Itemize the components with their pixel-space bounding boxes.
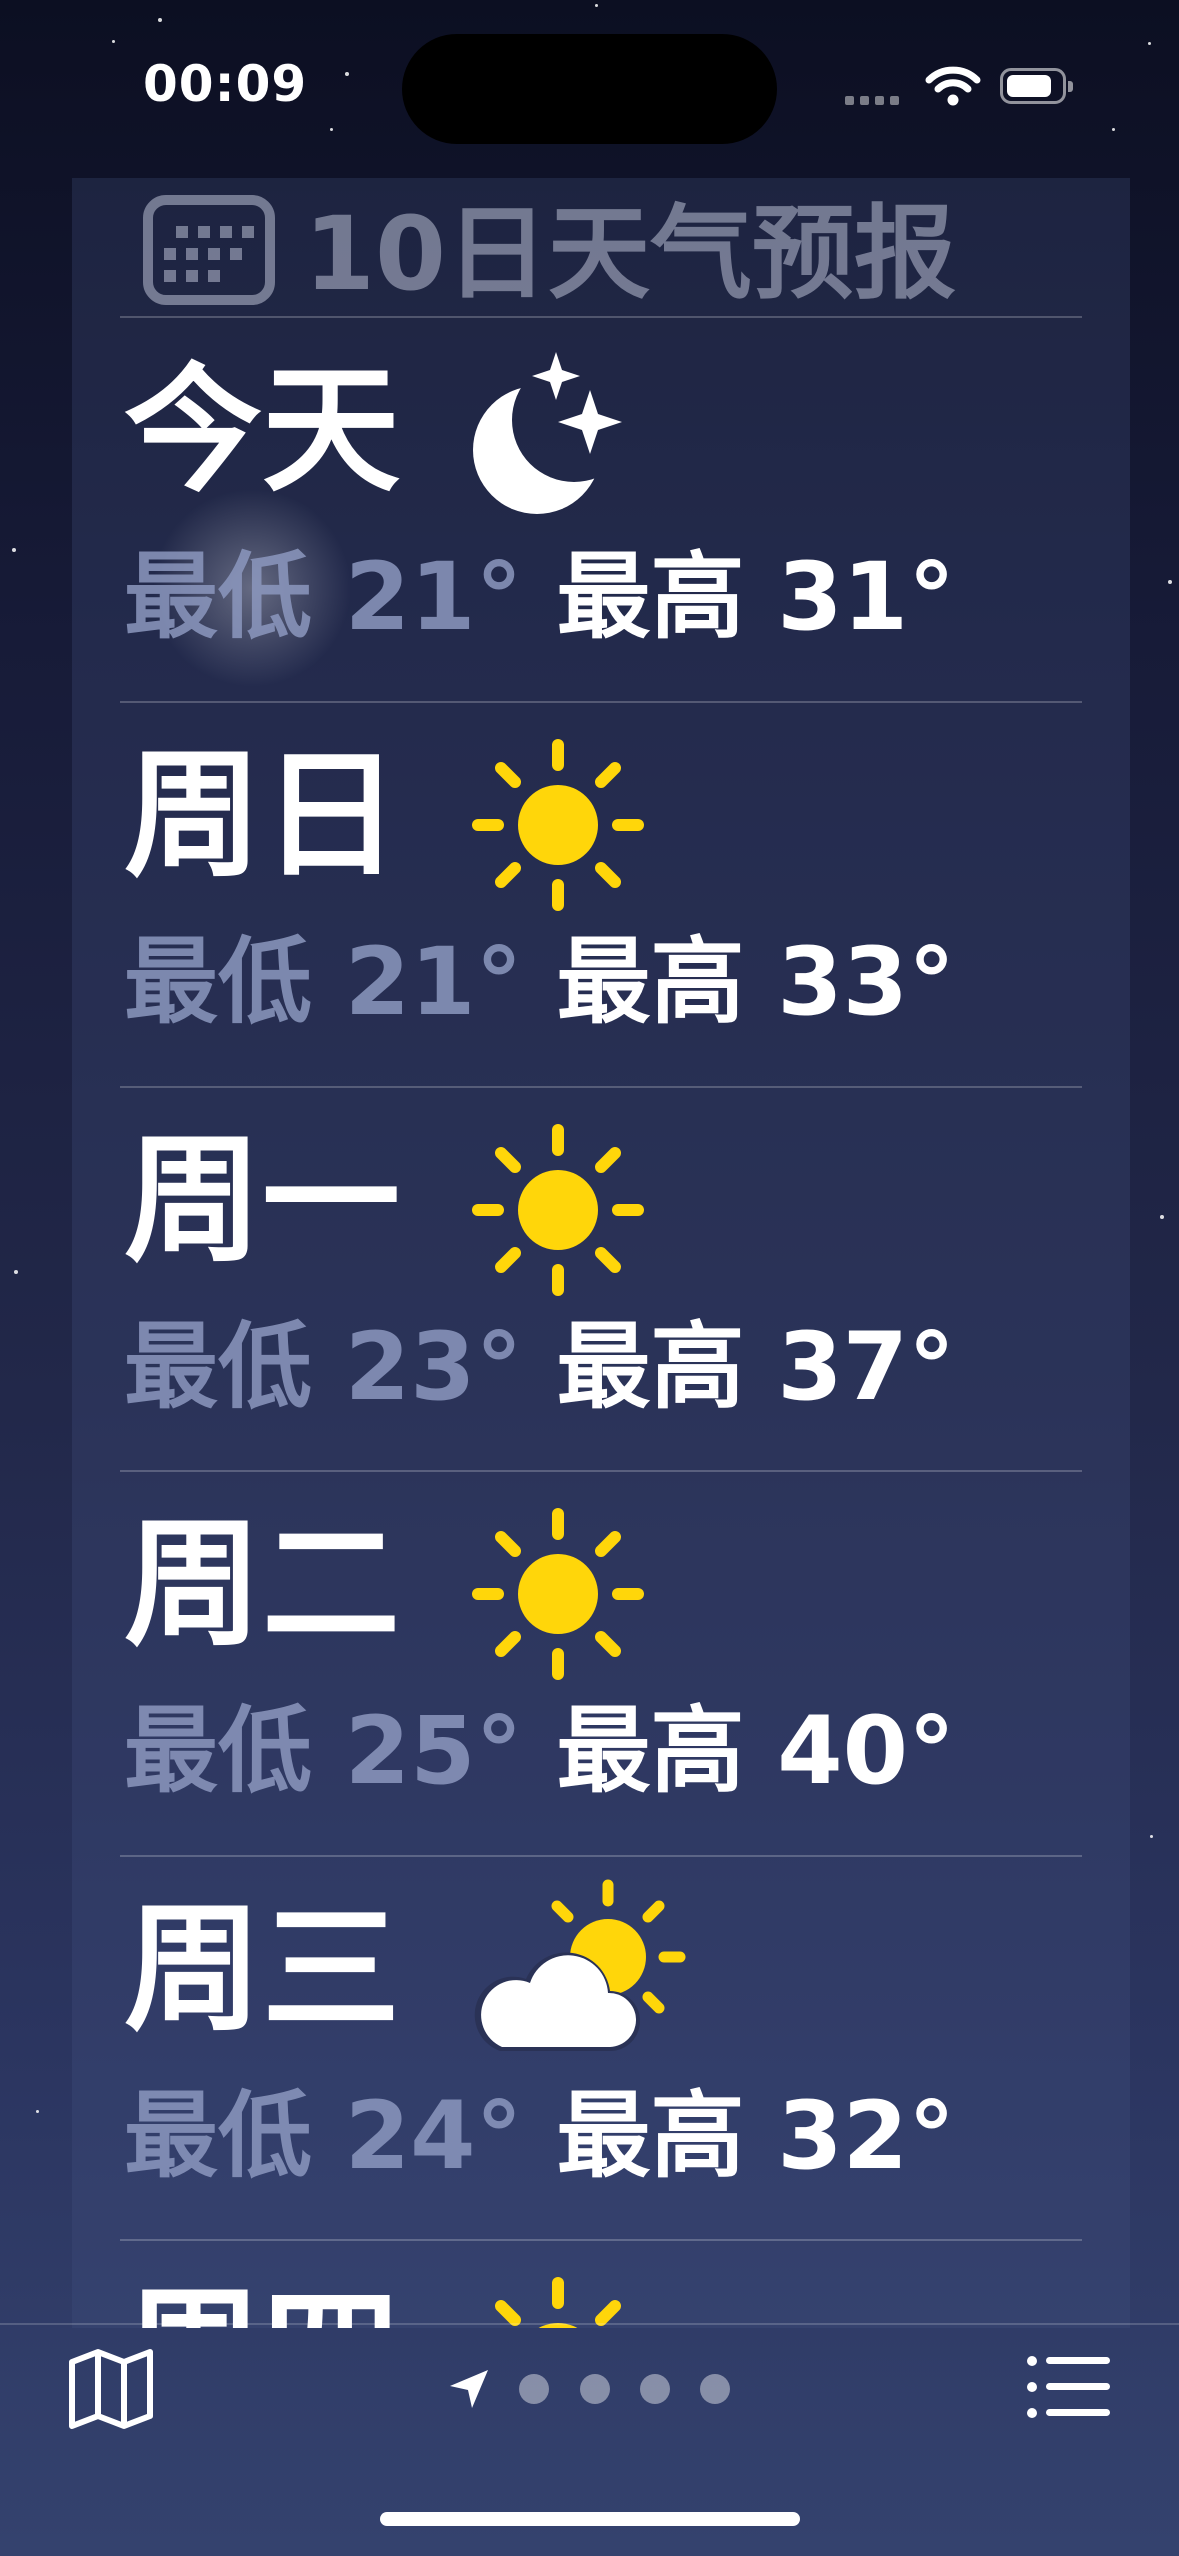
day-label: 周四: [124, 2279, 400, 2329]
day-label: 周二: [124, 1504, 401, 1665]
low-temp: 最低 23°: [124, 1313, 523, 1422]
location-arrow-icon[interactable]: [448, 2368, 490, 2414]
high-temp: 最高 40°: [556, 1697, 956, 1806]
forecast-header: 10日天气预报: [142, 178, 956, 319]
forecast-row[interactable]: 周日 最低 21° 最高 33°: [72, 703, 1130, 1086]
list-icon: [1027, 2356, 1110, 2418]
high-temp: 最高 37°: [556, 1313, 956, 1422]
sun-icon: [472, 1508, 644, 1680]
forecast-row[interactable]: 周三 最低 24° 最高 32°: [72, 1857, 1130, 2240]
star: [345, 72, 349, 76]
page-dot[interactable]: [640, 2374, 670, 2404]
temperature-range: 最低 24° 最高 32°: [124, 2082, 955, 2192]
high-temp: 最高 33°: [556, 928, 956, 1037]
temperature-range: 最低 23° 最高 37°: [124, 1313, 955, 1423]
sun-icon: [495, 2277, 621, 2328]
calendar-icon: [143, 194, 275, 305]
partly-cloudy-icon: [474, 1879, 686, 2051]
star: [330, 128, 333, 131]
page-dot[interactable]: [700, 2374, 730, 2404]
star: [1112, 128, 1115, 131]
low-temp: 最低 21°: [124, 543, 523, 652]
forecast-row[interactable]: 周二 最低 25° 最高 40°: [72, 1472, 1130, 1855]
forecast-title: 10日天气预报: [304, 195, 956, 314]
forecast-row[interactable]: 周四: [72, 2241, 1130, 2328]
sun-icon: [472, 739, 644, 911]
dynamic-island: [402, 34, 777, 144]
cellular-signal-icon: [845, 96, 899, 105]
low-temp: 最低 21°: [124, 928, 523, 1037]
page-dot[interactable]: [580, 2374, 610, 2404]
home-indicator[interactable]: [380, 2512, 800, 2526]
sun-icon: [472, 1124, 644, 1296]
high-temp: 最高 31°: [556, 543, 956, 652]
low-temp: 最低 25°: [124, 1697, 523, 1806]
toolbar-separator: [0, 2323, 1179, 2325]
star: [1160, 1215, 1164, 1219]
map-icon: [69, 2349, 153, 2429]
forecast-row[interactable]: 周一 最低 23° 最高 37°: [72, 1088, 1130, 1471]
star: [158, 18, 162, 22]
day-label: 周一: [124, 1120, 401, 1281]
forecast-card[interactable]: 10日天气预报 今天 最低 21° 最高 31° 周日 最低 21° 最高 33…: [72, 178, 1130, 2328]
day-label: 周三: [124, 1889, 401, 2050]
low-temp: 最低 24°: [124, 2082, 523, 2191]
star: [1150, 1835, 1153, 1838]
status-time: 00:09: [143, 55, 308, 113]
forecast-row-today[interactable]: 今天 最低 21° 最高 31°: [72, 318, 1130, 701]
star: [595, 4, 598, 7]
temperature-range: 最低 21° 最高 31°: [124, 543, 955, 653]
star: [112, 40, 115, 43]
star: [14, 1270, 18, 1274]
star: [36, 2110, 39, 2113]
temperature-range: 最低 25° 最高 40°: [124, 1697, 955, 1807]
moon-stars-icon: [473, 352, 622, 514]
battery-icon: [1000, 68, 1073, 104]
high-temp: 最高 32°: [556, 2082, 956, 2191]
star: [1168, 580, 1172, 584]
wifi-icon: [925, 66, 981, 110]
temperature-range: 最低 21° 最高 33°: [124, 928, 955, 1038]
star: [1148, 42, 1151, 45]
day-label: 周日: [124, 735, 401, 896]
list-button[interactable]: [1026, 2355, 1112, 2423]
day-label: 今天: [124, 350, 401, 511]
star: [12, 548, 16, 552]
map-button[interactable]: [68, 2348, 154, 2434]
page-dot[interactable]: [519, 2374, 549, 2404]
